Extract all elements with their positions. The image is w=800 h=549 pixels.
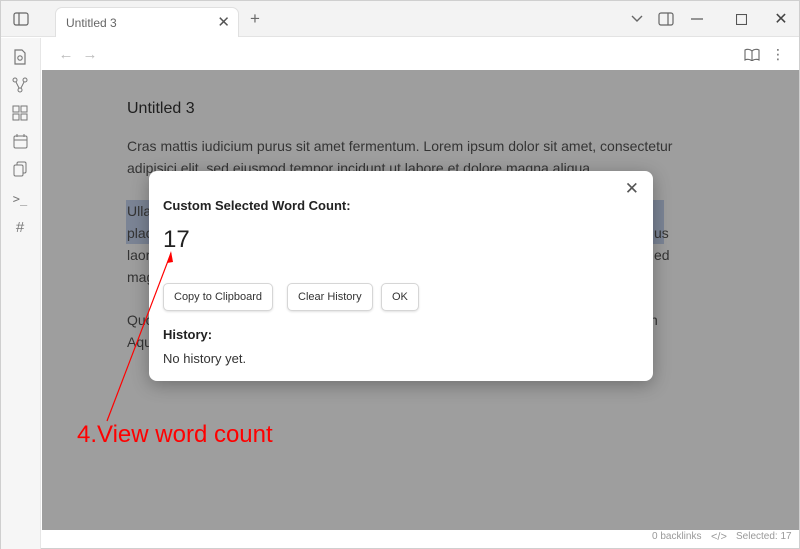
annotation-arrow bbox=[106, 251, 173, 422]
app-window: Untitled 3 ✕ + ✕ >_ # ← → ⋮ Untitled 3 C… bbox=[0, 0, 800, 549]
annotation-label: 4.View word count bbox=[77, 421, 273, 448]
